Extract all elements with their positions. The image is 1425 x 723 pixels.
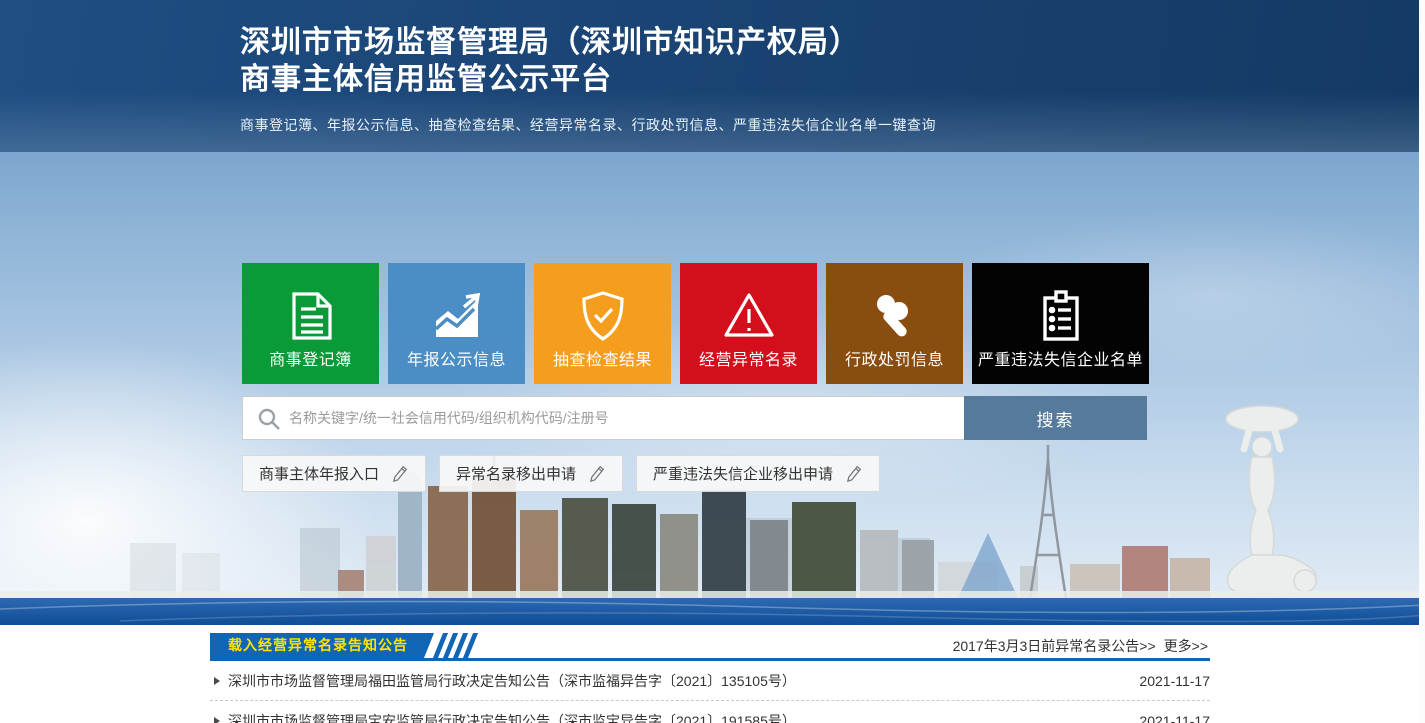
- pencil-icon: [588, 465, 606, 483]
- page: 深圳市市场监督管理局（深圳市知识产权局） 商事主体信用监管公示平台 商事登记簿、…: [0, 0, 1425, 723]
- quick-link-label: 异常名录移出申请: [456, 463, 576, 484]
- announcement-section: 载入经营异常名录告知公告 2017年3月3日前异常名录公告>> 更多>> 深圳市市…: [210, 633, 1210, 723]
- site-title-line1: 深圳市市场监督管理局（深圳市知识产权局）: [240, 24, 936, 61]
- warning-triangle-icon: [720, 287, 778, 345]
- document-icon: [282, 287, 340, 345]
- announcement-list: 深圳市市场监督管理局福田监管局行政决定告知公告（深市监福异告字〔2021〕135…: [210, 661, 1210, 723]
- nav-tiles: 商事登记簿 年报公示信息: [242, 263, 1149, 384]
- site-title-line2: 商事主体信用监管公示平台: [240, 61, 936, 98]
- quick-link-label: 严重违法失信企业移出申请: [653, 463, 833, 484]
- clipboard-icon: [1032, 287, 1090, 345]
- tile-label: 商事登记簿: [269, 346, 352, 370]
- announcement-tab[interactable]: 载入经营异常名录告知公告: [210, 633, 434, 658]
- serious-violation-removal-button[interactable]: 严重违法失信企业移出申请: [636, 455, 880, 492]
- tile-label: 年报公示信息: [407, 346, 506, 370]
- shield-check-icon: [574, 287, 632, 345]
- announcement-date: 2021-11-17: [1139, 673, 1210, 689]
- mermaid-statue: [1226, 406, 1316, 598]
- more-link[interactable]: 更多>>: [1164, 638, 1208, 654]
- tile-label: 严重违法失信企业名单: [978, 346, 1143, 370]
- tile-label: 经营异常名录: [699, 346, 798, 370]
- masthead: 深圳市市场监督管理局（深圳市知识产权局） 商事主体信用监管公示平台 商事登记簿、…: [240, 24, 936, 135]
- announcement-title: 深圳市市场监督管理局宝安监管局行政决定告知公告（深市监宝异告字〔2021〕191…: [228, 711, 1139, 723]
- annual-report-entry-button[interactable]: 商事主体年报入口: [242, 455, 426, 492]
- hero-background: 深圳市市场监督管理局（深圳市知识产权局） 商事主体信用监管公示平台 商事登记簿、…: [0, 0, 1425, 625]
- site-subtitle: 商事登记簿、年报公示信息、抽查检查结果、经营异常名录、行政处罚信息、严重违法失信…: [240, 115, 936, 135]
- announcement-header-bar: 载入经营异常名录告知公告 2017年3月3日前异常名录公告>> 更多>>: [210, 633, 1210, 661]
- list-item[interactable]: 深圳市市场监督管理局福田监管局行政决定告知公告（深市监福异告字〔2021〕135…: [210, 661, 1210, 701]
- announcement-title: 深圳市市场监督管理局福田监管局行政决定告知公告（深市监福异告字〔2021〕135…: [228, 671, 1139, 691]
- tile-annual-report[interactable]: 年报公示信息: [388, 263, 525, 384]
- tile-label: 行政处罚信息: [845, 346, 944, 370]
- search-input[interactable]: [243, 397, 964, 439]
- trend-chart-icon: [428, 287, 486, 345]
- archive-link[interactable]: 2017年3月3日前异常名录公告>>: [953, 638, 1156, 654]
- tile-business-register[interactable]: 商事登记簿: [242, 263, 379, 384]
- triangle-bullet-icon: [214, 677, 220, 685]
- search-icon: [257, 407, 281, 431]
- search-button[interactable]: 搜索: [964, 396, 1147, 440]
- tile-label: 抽查检查结果: [553, 346, 652, 370]
- search-bar: 搜索: [242, 396, 1147, 440]
- tile-serious-violation[interactable]: 严重违法失信企业名单: [972, 263, 1149, 384]
- announcement-date: 2021-11-17: [1139, 713, 1210, 723]
- pencil-icon: [391, 465, 409, 483]
- triangle-bullet-icon: [214, 717, 220, 723]
- pencil-icon: [845, 465, 863, 483]
- list-item[interactable]: 深圳市市场监督管理局宝安监管局行政决定告知公告（深市监宝异告字〔2021〕191…: [210, 701, 1210, 723]
- quick-link-label: 商事主体年报入口: [259, 463, 379, 484]
- quick-links: 商事主体年报入口 异常名录移出申请 严重违法失信企业移出申请: [242, 455, 880, 492]
- scrollbar[interactable]: [1419, 0, 1425, 723]
- gavel-icon: [866, 287, 924, 345]
- tile-abnormal-directory[interactable]: 经营异常名录: [680, 263, 817, 384]
- announcement-links: 2017年3月3日前异常名录公告>> 更多>>: [953, 636, 1208, 656]
- tile-inspection-results[interactable]: 抽查检查结果: [534, 263, 671, 384]
- tile-admin-penalty[interactable]: 行政处罚信息: [826, 263, 963, 384]
- search-box: [242, 396, 964, 440]
- tab-stripes-decoration: [438, 633, 473, 658]
- abnormal-removal-button[interactable]: 异常名录移出申请: [439, 455, 623, 492]
